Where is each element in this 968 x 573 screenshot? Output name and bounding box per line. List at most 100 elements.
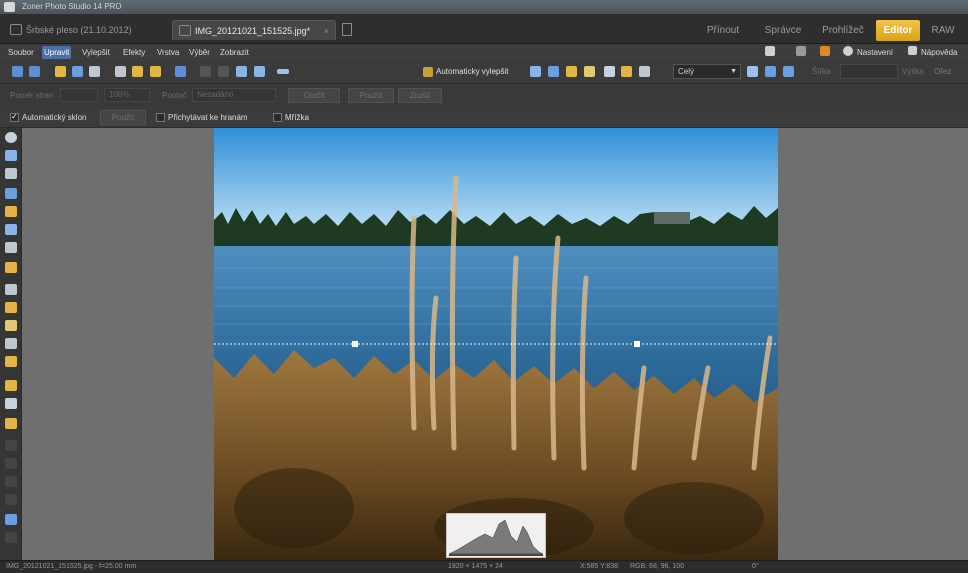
eraser-tool-icon[interactable] <box>5 398 17 409</box>
cancel-button[interactable]: Zrušit <box>398 88 442 103</box>
folder-icon <box>10 24 22 35</box>
snap-label: Přichytávat ke hranám <box>168 113 248 122</box>
red-eye-tool-icon[interactable] <box>5 320 17 331</box>
cart-icon[interactable] <box>820 46 830 56</box>
levels-icon[interactable] <box>530 66 541 77</box>
ratio-field[interactable] <box>60 88 98 102</box>
paste-as-new-icon[interactable] <box>150 66 161 77</box>
fill-tool-icon[interactable] <box>5 418 17 429</box>
lamp-icon[interactable] <box>584 66 595 77</box>
menu-selection[interactable]: Výběr <box>187 46 212 59</box>
rotate-select[interactable]: Nezadáno <box>192 88 276 102</box>
crop-ok-label[interactable]: Ořez <box>934 67 951 76</box>
mode-tab-print[interactable]: Přínout <box>700 20 746 41</box>
resize-icon[interactable] <box>236 66 247 77</box>
dodge-tool-icon[interactable] <box>5 356 17 367</box>
crop-tool-icon[interactable] <box>5 168 17 179</box>
color-picker-icon[interactable] <box>5 514 17 525</box>
width-field[interactable] <box>840 64 898 79</box>
mode-tab-print-label: Přínout <box>706 25 740 36</box>
grid-checkbox[interactable]: Mřížka <box>273 112 309 124</box>
rotate-button[interactable]: Otočit <box>288 88 340 103</box>
crop-parameters-bar: Poměr stran 100% Pootoč Nezadáno Otočit … <box>0 84 968 106</box>
rotate-right-icon[interactable] <box>200 66 211 77</box>
gear-icon[interactable] <box>843 46 853 56</box>
magic-select-icon[interactable] <box>5 224 17 235</box>
compare-icon[interactable] <box>783 66 794 77</box>
healing-tool-icon[interactable] <box>5 338 17 349</box>
gradient-tool-icon[interactable] <box>5 440 17 451</box>
hand-tool-icon[interactable] <box>5 150 17 161</box>
layer-tool-icon[interactable] <box>5 262 17 273</box>
auto-level-apply-button[interactable]: Použít <box>100 110 146 125</box>
clone-tool-icon[interactable] <box>5 284 17 295</box>
main-toolbar: Automaticky vylepšit Celý ▼ Šířka Výška … <box>0 60 968 84</box>
menu-view[interactable]: Zobrazit <box>218 46 251 59</box>
menu-layer[interactable]: Vrstva <box>155 46 181 59</box>
stamp-icon[interactable] <box>604 66 615 77</box>
mode-tab-raw[interactable]: RAW <box>926 20 960 41</box>
save-icon[interactable] <box>72 66 83 77</box>
retouch-tool-icon[interactable] <box>5 302 17 313</box>
fit-icon[interactable] <box>747 66 758 77</box>
menu-effects[interactable]: Efekty <box>121 46 147 59</box>
menu-file[interactable]: Soubor <box>6 46 36 59</box>
snap-checkbox[interactable]: Přichytávat ke hranám <box>156 112 248 124</box>
histogram-curve <box>448 519 544 555</box>
auto-enhance-button[interactable]: Automaticky vylepšit <box>423 65 508 79</box>
apply-button[interactable]: Použít <box>348 88 394 103</box>
canvas-size-icon[interactable] <box>254 66 265 77</box>
help-icon[interactable] <box>908 46 917 55</box>
tab-browser-label: Šrbské pleso (21.10.2012) <box>26 25 132 35</box>
zoom-select[interactable]: Celý ▼ <box>673 64 741 79</box>
menu-enhance[interactable]: Vylepšit <box>80 46 112 59</box>
tab-browser[interactable]: Šrbské pleso (21.10.2012) <box>4 20 164 40</box>
auto-enhance-label: Automaticky vylepšit <box>436 67 509 76</box>
fullscreen-icon[interactable] <box>277 69 289 74</box>
lasso-tool-icon[interactable] <box>5 206 17 217</box>
tab-close-icon[interactable]: × <box>324 21 329 41</box>
auto-level-label: Automatický sklon <box>22 113 87 122</box>
redo-icon[interactable] <box>29 66 40 77</box>
magic-wand-icon <box>423 67 433 77</box>
ruler-tool-icon[interactable] <box>5 532 17 543</box>
shape-tool-icon[interactable] <box>5 476 17 487</box>
help-link[interactable]: Nápověda <box>921 46 957 59</box>
height-label: Výška <box>902 67 924 76</box>
undo-icon[interactable] <box>12 66 23 77</box>
grid-label: Mřížka <box>285 113 309 122</box>
histogram-svg <box>448 519 544 556</box>
export-icon[interactable] <box>639 66 650 77</box>
menu-bar: Soubor Upravit Vylepšit Efekty Vrstva Vý… <box>0 44 968 60</box>
auto-level-checkbox[interactable]: Automatický sklon <box>10 111 87 124</box>
new-tab-icon[interactable] <box>342 23 352 36</box>
display-icon[interactable] <box>765 46 775 56</box>
settings-link[interactable]: Nastavení <box>857 46 893 59</box>
photo-image[interactable] <box>214 128 778 560</box>
curves-icon[interactable] <box>548 66 559 77</box>
flip-icon[interactable] <box>218 66 229 77</box>
rotate-left-icon[interactable] <box>175 66 186 77</box>
selection-tool-icon[interactable] <box>5 188 17 199</box>
mode-tab-editor[interactable]: Editor <box>876 20 920 41</box>
print-icon[interactable] <box>89 66 100 77</box>
copy-icon[interactable] <box>115 66 126 77</box>
open-folder-icon[interactable] <box>55 66 66 77</box>
brush-icon[interactable] <box>566 66 577 77</box>
mode-tab-manager[interactable]: Správce <box>758 20 808 41</box>
ratio-percent-field[interactable]: 100% <box>104 88 150 102</box>
menu-edit[interactable]: Upravit <box>42 46 72 59</box>
zoom-tool-icon[interactable] <box>5 132 17 143</box>
text-tool-icon[interactable] <box>5 458 17 469</box>
message-icon[interactable] <box>796 46 806 56</box>
tag-icon[interactable] <box>621 66 632 77</box>
snap-checkbox-box <box>156 113 165 122</box>
line-tool-icon[interactable] <box>5 494 17 505</box>
straighten-tool-icon[interactable] <box>5 242 17 253</box>
tab-document[interactable]: IMG_20121021_151525.jpg* × <box>172 20 336 40</box>
pencil-tool-icon[interactable] <box>5 380 17 391</box>
mode-tab-viewer[interactable]: Prohlížeč <box>814 20 872 41</box>
paste-icon[interactable] <box>132 66 143 77</box>
split-view-icon[interactable] <box>765 66 776 77</box>
guide-handle-left <box>352 341 358 347</box>
